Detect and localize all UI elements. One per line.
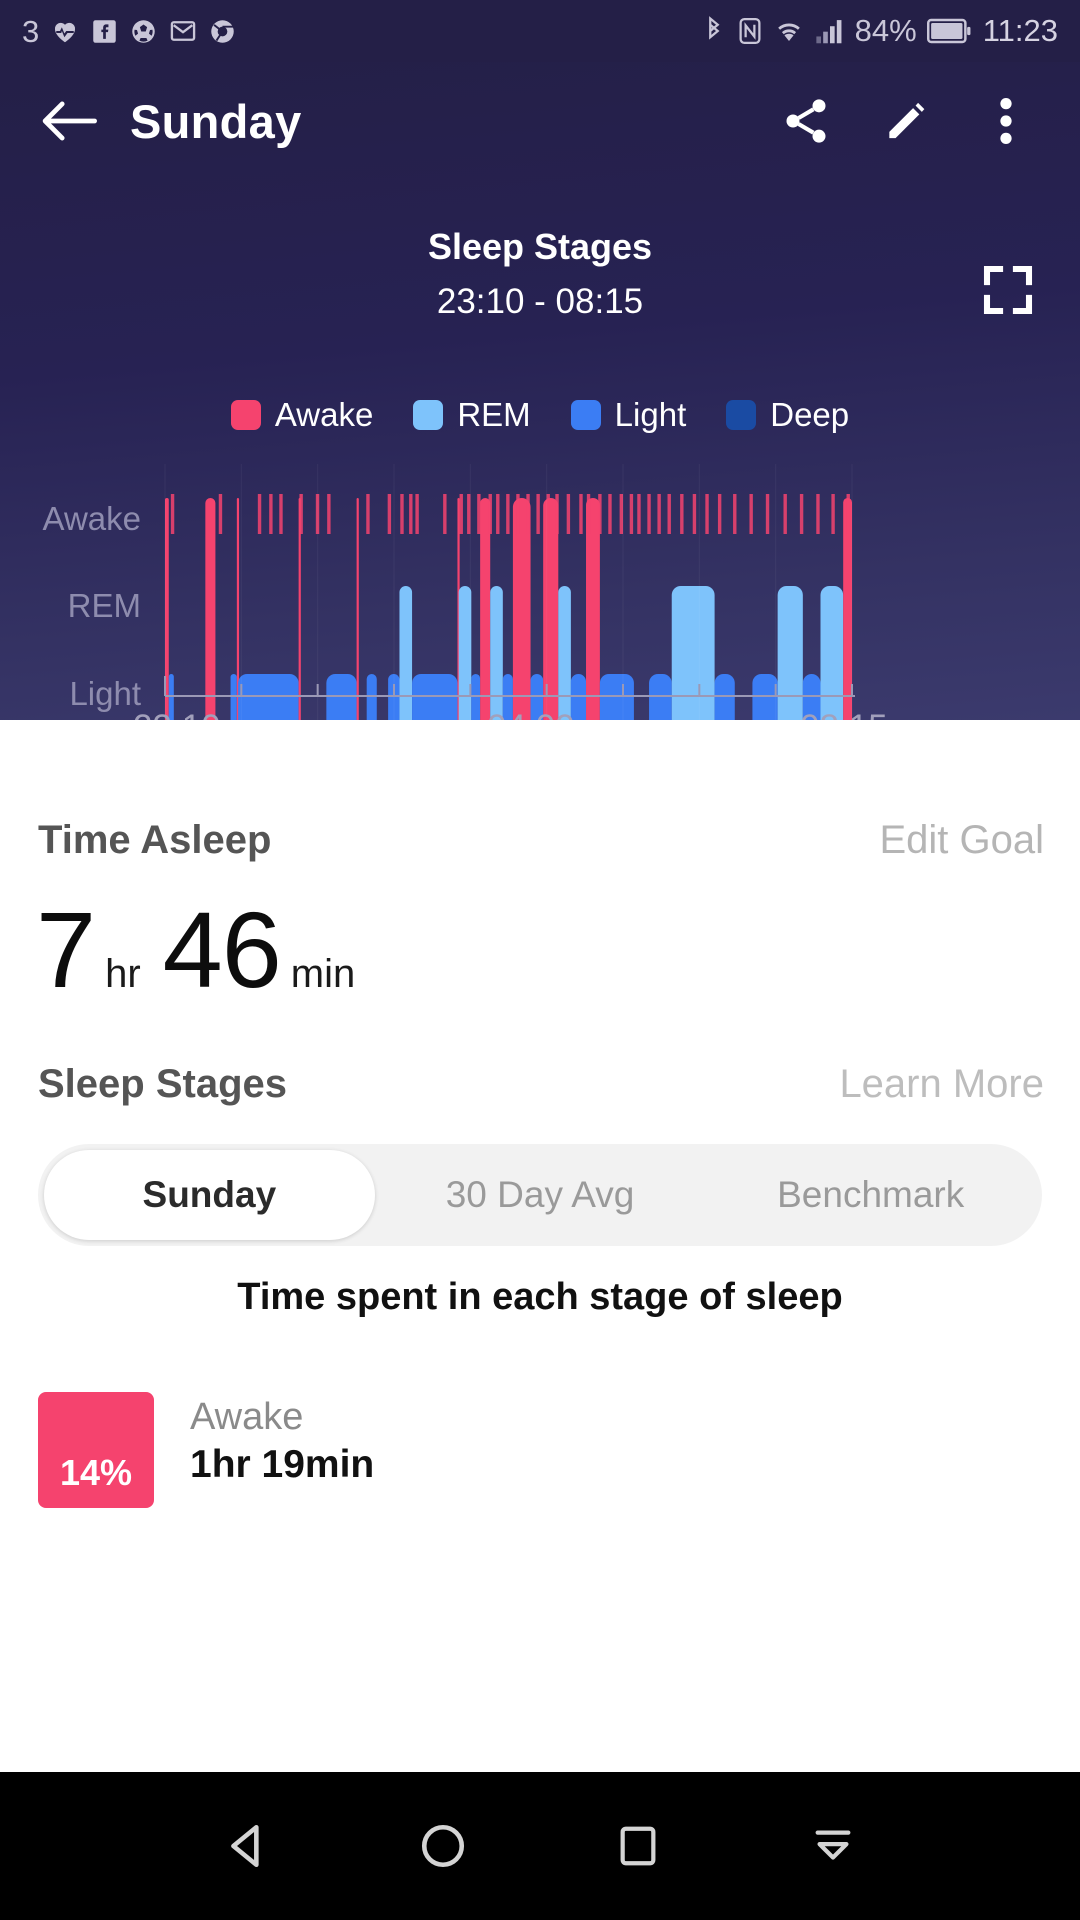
status-bar-left: 3 xyxy=(22,16,237,47)
legend-item-rem: REM xyxy=(413,396,531,434)
legend-swatch-light xyxy=(570,400,601,430)
fullscreen-icon[interactable] xyxy=(980,262,1036,318)
tab-30-day-avg[interactable]: 30 Day Avg xyxy=(375,1150,706,1240)
sleep-stages-label: Sleep Stages xyxy=(38,1062,288,1106)
android-nav-bar xyxy=(0,1772,1080,1920)
legend-item-deep: Deep xyxy=(726,396,849,434)
chart-x-axis xyxy=(164,676,855,697)
nav-recents-square-icon[interactable] xyxy=(593,1801,683,1891)
status-clock: 11:23 xyxy=(982,13,1058,48)
legend-label-awake: Awake xyxy=(274,396,374,433)
time-asleep-label: Time Asleep xyxy=(38,818,272,862)
cell-signal-icon xyxy=(815,17,845,45)
time-asleep-hours: 7 xyxy=(36,889,96,1010)
time-asleep-minutes-unit: min xyxy=(290,952,356,996)
legend-item-light: Light xyxy=(570,396,687,434)
stage-color-chip: 14% xyxy=(38,1392,154,1508)
bluetooth-icon xyxy=(701,16,727,46)
edit-goal-link[interactable]: Edit Goal xyxy=(879,818,1044,863)
legend-label-light: Light xyxy=(614,396,687,433)
app-bar-actions xyxy=(778,93,1048,149)
stage-name: Awake xyxy=(190,1396,304,1438)
list-item[interactable]: 14% Awake 1hr 19min xyxy=(38,1392,1042,1508)
app-bar: Sunday xyxy=(0,62,1080,180)
nav-hide-keyboard-icon[interactable] xyxy=(788,1801,878,1891)
battery-icon xyxy=(926,18,971,44)
status-bar-right: 84% 11:23 xyxy=(701,13,1058,49)
legend-label-rem: REM xyxy=(457,396,531,433)
chrome-icon xyxy=(208,17,237,46)
x-axis-label-start: 23:10 xyxy=(133,708,221,720)
x-axis-label-mid: 04:00 xyxy=(487,708,575,720)
stage-text-block: Awake 1hr 19min xyxy=(190,1392,374,1487)
x-axis-label-end: 08:15 xyxy=(800,708,888,720)
share-button[interactable] xyxy=(778,93,834,149)
stage-percent: 14% xyxy=(59,1452,133,1493)
legend-swatch-deep xyxy=(726,400,757,430)
soccer-ball-icon xyxy=(129,17,158,46)
stage-duration: 1hr 19min xyxy=(190,1443,375,1486)
legend-swatch-awake xyxy=(230,400,261,430)
chart-title: Sleep Stages xyxy=(427,226,653,267)
sleep-chart-panel: Sunday Sleep Stages 23:10 - 08:15 Awake … xyxy=(0,62,1080,720)
time-asleep-hours-unit: hr xyxy=(105,952,141,996)
page-title: Sunday xyxy=(130,94,302,148)
legend-label-deep: Deep xyxy=(770,396,850,433)
legend-swatch-rem xyxy=(413,400,444,430)
stage-caption: Time spent in each stage of sleep xyxy=(237,1276,843,1318)
time-asleep-value: 7 hr 46 min xyxy=(36,896,377,1004)
heart-pulse-icon xyxy=(50,16,80,46)
nav-home-circle-icon[interactable] xyxy=(398,1801,488,1891)
back-button[interactable] xyxy=(32,84,106,158)
learn-more-link[interactable]: Learn More xyxy=(839,1062,1044,1107)
tab-sunday[interactable]: Sunday xyxy=(44,1150,375,1240)
gmail-icon xyxy=(169,17,197,45)
overflow-menu-button[interactable] xyxy=(978,93,1034,149)
tab-benchmark[interactable]: Benchmark xyxy=(705,1150,1036,1240)
time-asleep-header: Time Asleep Edit Goal xyxy=(38,818,1044,863)
chart-legend: Awake REM Light Deep xyxy=(0,396,1080,434)
sleep-stages-header: Sleep Stages Learn More xyxy=(38,1062,1044,1107)
chart-time-range: 23:10 - 08:15 xyxy=(436,282,644,321)
status-bar: 3 84% 11:23 xyxy=(0,0,1080,62)
nfc-icon xyxy=(737,16,763,46)
stages-tab-group: Sunday 30 Day Avg Benchmark xyxy=(38,1144,1042,1246)
notification-count: 3 xyxy=(22,13,40,49)
nav-back-triangle-icon[interactable] xyxy=(203,1801,293,1891)
wifi-icon xyxy=(773,17,805,45)
time-asleep-minutes: 46 xyxy=(162,889,282,1010)
battery-percent-label: 84% xyxy=(854,13,917,48)
details-section: Time Asleep Edit Goal 7 hr 46 min Sleep … xyxy=(0,720,1080,1920)
facebook-icon xyxy=(91,18,118,45)
legend-item-awake: Awake xyxy=(230,396,374,434)
edit-button[interactable] xyxy=(878,93,934,149)
